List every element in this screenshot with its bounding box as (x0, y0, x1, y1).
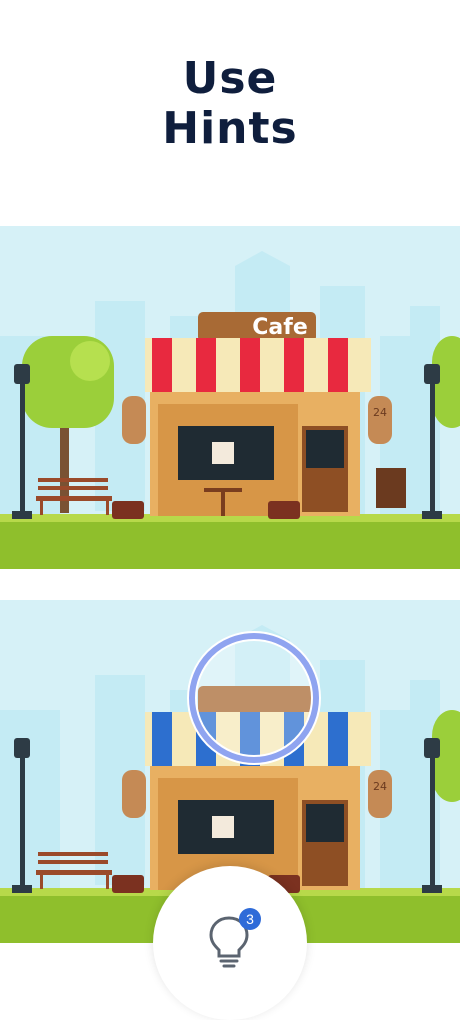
title-line-2: Hints (162, 103, 298, 154)
red-awning (145, 338, 371, 392)
hint-button[interactable]: 3 (153, 866, 307, 1020)
cafe-sign-text: Cafe (252, 315, 307, 340)
hint-highlight-ring (187, 631, 321, 765)
hours-badge-bottom: 24 (373, 780, 387, 793)
hours-badge-top: 24 (373, 406, 387, 419)
title-line-1: Use (182, 53, 278, 104)
page-title: Use Hints (0, 54, 460, 154)
original-scene[interactable]: Cafe 24 (0, 226, 460, 569)
hint-count-badge: 3 (239, 908, 261, 930)
